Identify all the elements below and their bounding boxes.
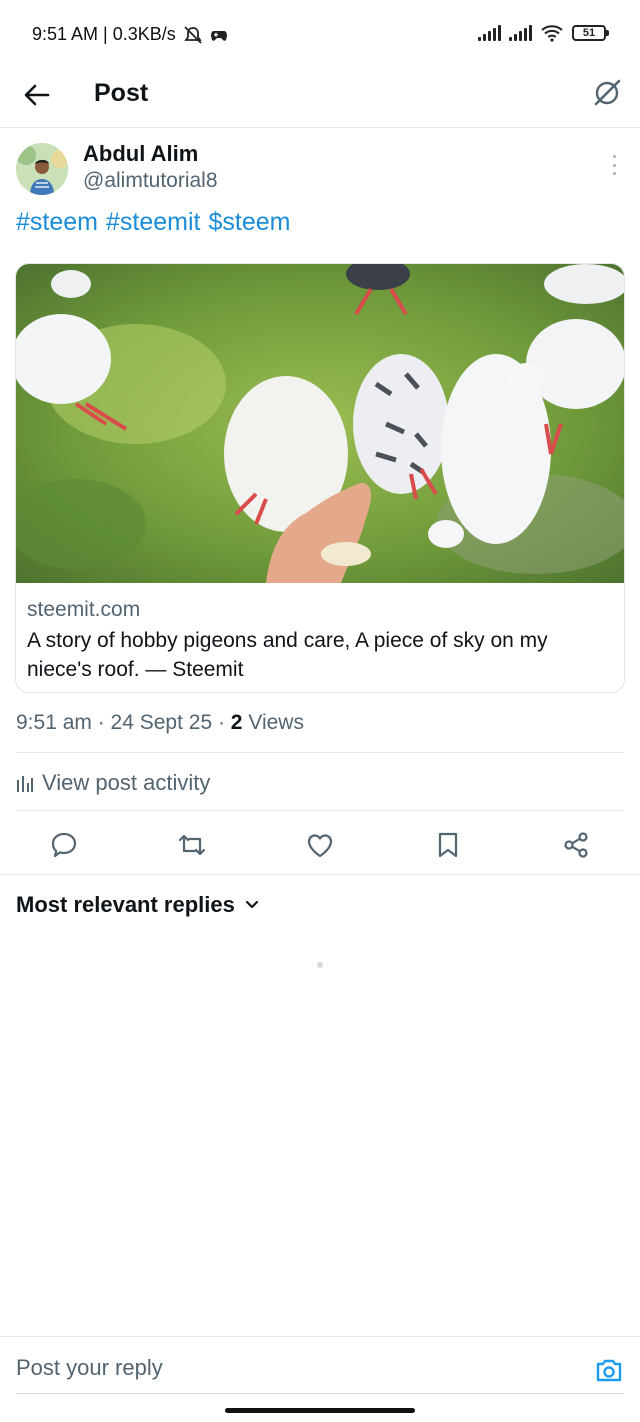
reply-input-underline xyxy=(16,1393,624,1394)
arrow-left-icon xyxy=(24,84,50,106)
more-options-button[interactable] xyxy=(608,155,620,175)
loading-indicator xyxy=(317,962,323,968)
grok-icon xyxy=(594,79,621,106)
replies-sort-dropdown[interactable]: Most relevant replies xyxy=(16,892,259,918)
link-preview-card[interactable]: steemit.com A story of hobby pigeons and… xyxy=(15,263,625,693)
camera-button[interactable] xyxy=(594,1355,624,1385)
divider xyxy=(16,752,624,753)
page-title: Post xyxy=(94,79,149,107)
more-dot-icon xyxy=(612,172,616,175)
repost-button[interactable] xyxy=(177,830,207,860)
reply-icon xyxy=(51,832,77,858)
game-controller-icon xyxy=(210,30,227,41)
share-icon xyxy=(564,832,588,858)
camera-icon xyxy=(596,1359,622,1382)
views-count: 2 xyxy=(230,711,243,734)
status-time: 9:51 AM | 0.3KB/s xyxy=(32,24,176,44)
share-button[interactable] xyxy=(561,830,591,860)
mute-notification-icon xyxy=(184,25,202,44)
divider xyxy=(0,874,640,875)
chevron-down-icon xyxy=(245,900,258,909)
post-timestamp: 9:51 am · 24 Sept 25 · xyxy=(16,711,231,734)
cashtag-link[interactable]: $steem xyxy=(208,208,290,237)
cell-signal-2-icon xyxy=(509,25,532,41)
status-bar: 9:51 AM | 0.3KB/s 51 xyxy=(0,0,640,72)
like-button[interactable] xyxy=(305,830,335,860)
post-text: #steem #steemit $steem xyxy=(16,208,290,237)
bookmark-button[interactable] xyxy=(433,830,463,860)
reply-button[interactable] xyxy=(49,830,79,860)
activity-label: View post activity xyxy=(42,770,211,795)
profile-photo xyxy=(16,143,68,195)
more-dot-icon xyxy=(612,163,616,167)
avatar[interactable] xyxy=(16,143,68,195)
link-preview-image xyxy=(16,264,624,583)
top-app-bar: Post xyxy=(0,72,640,128)
author-handle[interactable]: @alimtutorial8 xyxy=(83,169,218,193)
link-domain: steemit.com xyxy=(27,598,141,621)
repost-icon xyxy=(178,834,206,856)
grok-button[interactable] xyxy=(590,76,624,110)
bookmark-icon xyxy=(438,832,458,858)
home-indicator[interactable] xyxy=(225,1408,415,1413)
post-action-bar xyxy=(0,818,640,874)
hashtag-link[interactable]: #steemit xyxy=(106,208,200,237)
link-title: A story of hobby pigeons and care, A pie… xyxy=(27,629,548,681)
cell-signal-1-icon xyxy=(478,25,501,41)
analytics-icon xyxy=(17,776,33,792)
wifi-icon xyxy=(541,25,563,42)
replies-sort-label: Most relevant replies xyxy=(16,892,235,917)
author-name[interactable]: Abdul Alim xyxy=(83,141,198,167)
back-button[interactable] xyxy=(20,78,54,112)
reply-composer xyxy=(0,1336,640,1394)
divider xyxy=(16,810,624,811)
hashtag-link[interactable]: #steem xyxy=(16,208,98,237)
battery-icon: 51 xyxy=(572,25,609,41)
views-label: Views xyxy=(242,711,304,734)
more-dot-icon xyxy=(612,155,616,158)
post-metadata: 9:51 am · 24 Sept 25 · 2 Views xyxy=(16,711,304,735)
reply-input[interactable] xyxy=(16,1355,556,1381)
view-post-activity-button[interactable]: View post activity xyxy=(16,770,210,796)
like-icon xyxy=(307,834,333,858)
